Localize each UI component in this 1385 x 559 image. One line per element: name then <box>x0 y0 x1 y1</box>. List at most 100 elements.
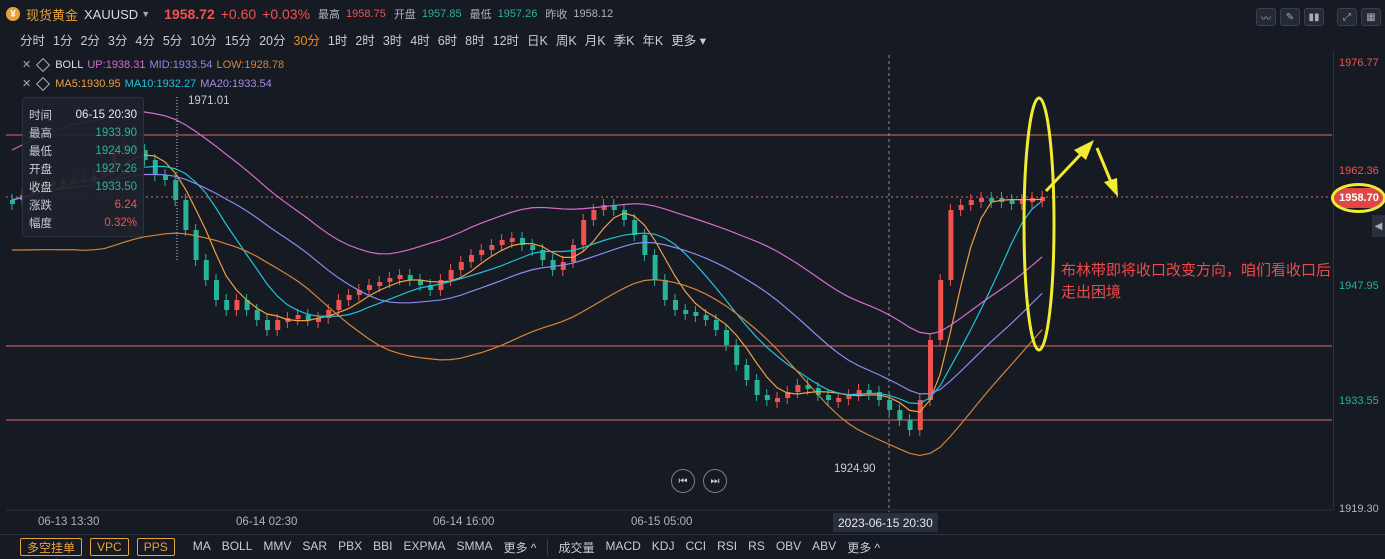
skip-forward-icon[interactable]: ⏭ <box>703 469 727 493</box>
period-2[interactable]: 2分 <box>80 30 99 48</box>
symbol-code[interactable]: XAUUSD <box>84 7 138 22</box>
sub-indicator-1[interactable]: MACD <box>605 539 640 556</box>
period-6[interactable]: 10分 <box>190 30 216 48</box>
sub-indicator-6[interactable]: OBV <box>776 539 801 556</box>
period-21[interactable]: 年K <box>642 30 663 48</box>
candle <box>622 210 627 220</box>
candle-style-icon[interactable]: ▮▮ <box>1304 8 1324 26</box>
sub-indicator-0[interactable]: 成交量 <box>558 539 594 556</box>
pps-button[interactable]: PPS <box>136 538 175 556</box>
last-price: 1958.72 <box>164 6 215 22</box>
candle <box>754 380 760 395</box>
draw-pen-icon[interactable]: ✎ <box>1280 8 1300 26</box>
main-indicator-5[interactable]: BBI <box>373 539 392 556</box>
candle <box>469 255 474 262</box>
period-1[interactable]: 1分 <box>53 30 72 48</box>
sub-indicator-4[interactable]: RSI <box>717 539 737 556</box>
period-15[interactable]: 8时 <box>465 30 484 48</box>
candle <box>183 200 189 230</box>
candle <box>214 280 219 300</box>
candle <box>642 235 648 255</box>
main-indicator-4[interactable]: PBX <box>338 539 362 556</box>
candle <box>571 245 576 262</box>
ma5-line <box>11 154 1043 413</box>
period-12[interactable]: 3时 <box>383 30 402 48</box>
period-11[interactable]: 2时 <box>355 30 374 48</box>
period-0[interactable]: 分时 <box>20 30 45 48</box>
candle <box>295 315 301 319</box>
sub-indicator-5[interactable]: RS <box>748 539 765 556</box>
candle <box>591 210 597 220</box>
candle <box>581 220 587 245</box>
period-20[interactable]: 季K <box>614 30 635 48</box>
period-18[interactable]: 周K <box>556 30 577 48</box>
candle <box>1009 200 1015 204</box>
settings-icon[interactable] <box>36 57 51 72</box>
tooltip-high-label: 最高 <box>29 128 52 140</box>
period-8[interactable]: 20分 <box>259 30 285 48</box>
chevron-down-icon[interactable]: ▼ <box>141 9 150 19</box>
candle <box>163 175 168 180</box>
settings-icon[interactable] <box>36 76 51 91</box>
split-layout-icon[interactable]: ▦ <box>1361 8 1381 26</box>
boll-mid-line <box>11 173 1043 395</box>
candle <box>673 300 678 310</box>
main-indicator-0[interactable]: MA <box>193 539 211 556</box>
skip-back-icon[interactable]: ⏮ <box>671 469 695 493</box>
period-14[interactable]: 6时 <box>438 30 457 48</box>
period-10[interactable]: 1时 <box>328 30 347 48</box>
tooltip-change: 6.24 <box>114 199 137 211</box>
time-tick: 06-14 02:30 <box>236 516 298 528</box>
collapse-panel-icon[interactable]: ◀ <box>1372 215 1385 237</box>
candle <box>764 395 770 400</box>
period-7[interactable]: 15分 <box>225 30 251 48</box>
boll-mid: MID:1933.54 <box>149 58 213 71</box>
sub-indicator-7[interactable]: ABV <box>812 539 836 556</box>
period-16[interactable]: 12时 <box>493 30 519 48</box>
close-icon[interactable]: ✕ <box>22 58 31 71</box>
period-4[interactable]: 4分 <box>135 30 154 48</box>
candle <box>652 255 658 280</box>
main-indicator-1[interactable]: BOLL <box>222 539 253 556</box>
period-13[interactable]: 4时 <box>410 30 429 48</box>
candle <box>336 300 342 310</box>
quote-header: ¥ 现货黄金 XAUUSD ▼ 1958.72 +0.60 +0.03% 最高 … <box>0 0 1385 28</box>
main-indicator-6[interactable]: EXPMA <box>403 539 445 556</box>
period-5[interactable]: 5分 <box>163 30 182 48</box>
period-22[interactable]: 更多 ▾ <box>671 30 706 48</box>
time-tick: 06-13 13:30 <box>38 516 100 528</box>
close-icon[interactable]: ✕ <box>22 77 31 90</box>
candle <box>377 282 383 286</box>
indicator-bar: 多空挂单 VPC PPS MA BOLL MMV SAR PBX BBI EXPMA SMMA… <box>0 534 1385 559</box>
main-indicator-3[interactable]: SAR <box>302 539 327 556</box>
vpc-button[interactable]: VPC <box>90 538 129 556</box>
boll-lower-line <box>11 232 1043 457</box>
price-tick: 1962.36 <box>1339 165 1379 177</box>
symbol-name[interactable]: 现货黄金 <box>26 5 78 24</box>
main-indicator-7[interactable]: SMMA <box>456 539 492 556</box>
price-tick: 1947.95 <box>1339 280 1379 292</box>
sub-indicator-2[interactable]: KDJ <box>652 539 675 556</box>
period-19[interactable]: 月K <box>585 30 606 48</box>
time-tick: 06-14 16:00 <box>433 516 495 528</box>
tooltip-close: 1933.50 <box>95 181 137 193</box>
candle <box>560 262 566 270</box>
candle <box>367 285 372 290</box>
main-indicator-2[interactable]: MMV <box>263 539 291 556</box>
chart-type-icon[interactable]: 〰 <box>1256 8 1276 26</box>
time-tick: 06-15 05:00 <box>631 516 693 528</box>
tooltip-time: 06-15 20:30 <box>75 109 137 121</box>
tooltip-open-label: 开盘 <box>29 164 52 176</box>
candle <box>683 310 689 314</box>
long-short-orders-button[interactable]: 多空挂单 <box>20 538 83 556</box>
sub-indicator-8[interactable]: 更多 ^ <box>847 539 880 556</box>
main-indicator-8[interactable]: 更多 ^ <box>503 539 536 556</box>
boll-legend: ✕ BOLL UP:1938.31 MID:1933.54 LOW:1928.7… <box>22 57 284 72</box>
period-3[interactable]: 3分 <box>108 30 127 48</box>
ma10-value: MA10:1932.27 <box>124 77 197 90</box>
fullscreen-icon[interactable]: ⤢ <box>1337 8 1357 26</box>
sub-indicator-3[interactable]: CCI <box>685 539 706 556</box>
period-17[interactable]: 日K <box>527 30 548 48</box>
annotation-text: 布林带即将收口改变方向，咱们看收口后走出困境 <box>1061 262 1332 301</box>
period-9[interactable]: 30分 <box>294 30 320 48</box>
